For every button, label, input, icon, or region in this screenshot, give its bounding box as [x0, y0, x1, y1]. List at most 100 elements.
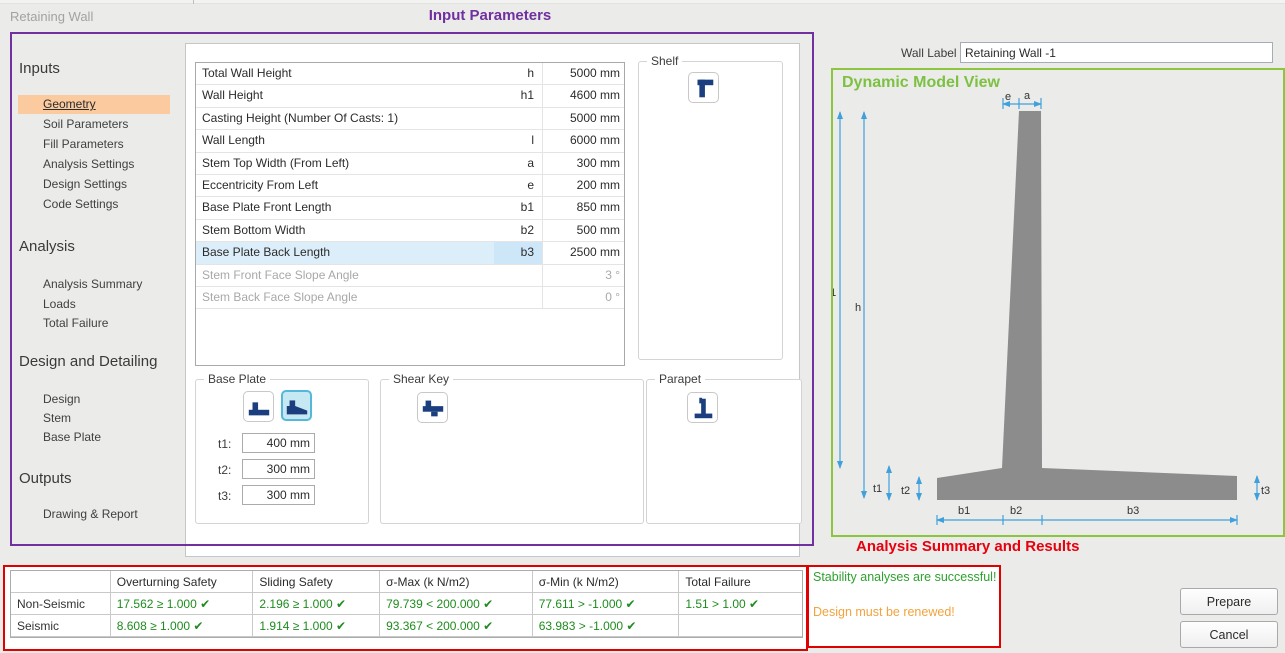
- param-row-wall-length[interactable]: Wall Lengthl6000 mm: [196, 130, 624, 152]
- t1-label: t1:: [218, 437, 231, 451]
- param-row-stem-front-face-slope: Stem Front Face Slope Angle3 °: [196, 265, 624, 287]
- sidebar-item-analysis-summary[interactable]: Analysis Summary: [18, 275, 170, 294]
- results-header-sigma-min: σ-Min (k N/m2): [533, 571, 680, 593]
- param-label: Stem Top Width (From Left): [196, 153, 494, 174]
- t2-label: t2:: [218, 463, 231, 477]
- param-row-stem-top-width[interactable]: Stem Top Width (From Left)a300 mm: [196, 153, 624, 175]
- sidebar-item-design[interactable]: Design: [18, 390, 170, 409]
- results-cell: 17.562 ≥ 1.000 ✔: [111, 593, 254, 615]
- param-value[interactable]: 500 mm: [542, 220, 624, 241]
- param-symbol: h: [494, 63, 542, 84]
- param-label: Wall Height: [196, 85, 494, 106]
- sidebar-item-loads[interactable]: Loads: [18, 295, 170, 314]
- design-status-text: Design must be renewed!: [813, 605, 955, 619]
- param-value[interactable]: 200 mm: [542, 175, 624, 196]
- sidebar-item-stem[interactable]: Stem: [18, 409, 170, 428]
- results-header-sigma-max: σ-Max (k N/m2): [380, 571, 533, 593]
- param-row-total-wall-height[interactable]: Total Wall Heighth5000 mm: [196, 63, 624, 85]
- sidebar-item-design-settings[interactable]: Design Settings: [18, 175, 170, 194]
- parapet-group: Parapet: [646, 379, 802, 524]
- dim-label-a: a: [1024, 90, 1031, 102]
- cancel-button[interactable]: Cancel: [1180, 621, 1278, 648]
- wall-label-input[interactable]: [960, 42, 1273, 63]
- param-value: 3 °: [542, 265, 624, 286]
- model-view-title: Dynamic Model View: [842, 74, 1000, 92]
- param-row-base-plate-back-length[interactable]: Base Plate Back Lengthb32500 mm: [196, 242, 624, 264]
- param-value[interactable]: 300 mm: [542, 153, 624, 174]
- results-cell: 1.914 ≥ 1.000 ✔: [253, 615, 380, 637]
- param-value: 0 °: [542, 287, 624, 308]
- shear-key-group-label: Shear Key: [389, 372, 453, 386]
- results-row-label: Non-Seismic: [11, 593, 111, 615]
- window-title: Retaining Wall: [10, 9, 93, 24]
- param-value[interactable]: 5000 mm: [542, 108, 624, 129]
- t3-input[interactable]: [242, 485, 315, 505]
- param-symbol: b3: [494, 242, 542, 263]
- param-label: Wall Length: [196, 130, 494, 151]
- dim-label-b2: b2: [1010, 505, 1022, 517]
- sidebar-item-total-failure[interactable]: Total Failure: [18, 314, 170, 333]
- param-value[interactable]: 850 mm: [542, 197, 624, 218]
- param-symbol: e: [494, 175, 542, 196]
- results-cell: [679, 615, 802, 637]
- sidebar-item-code-settings[interactable]: Code Settings: [18, 195, 170, 214]
- sidebar-section-outputs: Outputs: [19, 470, 72, 487]
- flat-base-plate-icon[interactable]: [243, 391, 274, 422]
- param-row-casting-height[interactable]: Casting Height (Number Of Casts: 1) 5000 …: [196, 108, 624, 130]
- wall-model-diagram: e a h1 h t1 t2 t3 b1 b2 b3: [831, 68, 1283, 534]
- param-value[interactable]: 4600 mm: [542, 85, 624, 106]
- results-cell: 2.196 ≥ 1.000 ✔: [253, 593, 380, 615]
- sidebar-item-drawing-report[interactable]: Drawing & Report: [18, 505, 170, 524]
- dim-label-h1: h1: [831, 287, 836, 299]
- param-symbol: [494, 265, 542, 286]
- results-cell: 93.367 < 200.000 ✔: [380, 615, 533, 637]
- param-row-stem-bottom-width[interactable]: Stem Bottom Widthb2500 mm: [196, 220, 624, 242]
- retaining-wall-dialog: Retaining Wall Input Parameters Inputs G…: [0, 0, 1285, 653]
- parapet-icon[interactable]: [687, 392, 718, 423]
- param-symbol: h1: [494, 85, 542, 106]
- param-symbol: b1: [494, 197, 542, 218]
- results-header-sliding: Sliding Safety: [253, 571, 380, 593]
- dim-label-t1: t1: [873, 483, 882, 495]
- t3-label: t3:: [218, 489, 231, 503]
- results-cell: 63.983 > -1.000 ✔: [533, 615, 680, 637]
- sidebar-item-analysis-settings[interactable]: Analysis Settings: [18, 155, 170, 174]
- param-value[interactable]: 6000 mm: [542, 130, 624, 151]
- results-table: Overturning Safety Sliding Safety σ-Max …: [10, 570, 803, 638]
- sidebar-item-base-plate[interactable]: Base Plate: [18, 428, 170, 447]
- annotation-input-parameters-label: Input Parameters: [340, 7, 640, 24]
- prepare-drawing-button[interactable]: Prepare Drawing: [1180, 588, 1278, 615]
- sidebar-section-inputs: Inputs: [19, 60, 60, 77]
- t1-input[interactable]: [242, 433, 315, 453]
- param-symbol: l: [494, 130, 542, 151]
- param-label: Eccentricity From Left: [196, 175, 494, 196]
- param-label: Stem Bottom Width: [196, 220, 494, 241]
- param-row-eccentricity[interactable]: Eccentricity From Lefte200 mm: [196, 175, 624, 197]
- t2-input[interactable]: [242, 459, 315, 479]
- dim-label-t3: t3: [1261, 485, 1270, 497]
- param-value[interactable]: 5000 mm: [542, 63, 624, 84]
- param-value[interactable]: 2500 mm: [542, 242, 624, 263]
- shear-key-icon[interactable]: [417, 392, 448, 423]
- sidebar-item-geometry[interactable]: Geometry: [18, 95, 170, 114]
- results-cell: 8.608 ≥ 1.000 ✔: [111, 615, 254, 637]
- dim-label-e: e: [1005, 91, 1011, 103]
- shelf-group-label: Shelf: [647, 54, 682, 68]
- shelf-wall-icon[interactable]: [688, 72, 719, 103]
- results-annotation-title: Analysis Summary and Results: [856, 538, 1079, 555]
- sloped-base-plate-icon[interactable]: [281, 390, 312, 421]
- param-row-base-plate-front-length[interactable]: Base Plate Front Lengthb1850 mm: [196, 197, 624, 219]
- results-row-seismic: Seismic 8.608 ≥ 1.000 ✔ 1.914 ≥ 1.000 ✔ …: [11, 615, 802, 637]
- base-plate-group-label: Base Plate: [204, 372, 270, 386]
- param-label: Casting Height (Number Of Casts: 1): [196, 108, 494, 129]
- param-label: Base Plate Back Length: [196, 242, 494, 263]
- wall-cross-section: [937, 111, 1237, 500]
- wall-label-caption: Wall Label: [901, 46, 957, 60]
- param-label: Stem Back Face Slope Angle: [196, 287, 494, 308]
- sidebar-item-fill-parameters[interactable]: Fill Parameters: [18, 135, 170, 154]
- results-header-empty: [11, 571, 111, 593]
- param-symbol: a: [494, 153, 542, 174]
- sidebar-item-soil-parameters[interactable]: Soil Parameters: [18, 115, 170, 134]
- param-row-wall-height[interactable]: Wall Heighth14600 mm: [196, 85, 624, 107]
- param-label: Base Plate Front Length: [196, 197, 494, 218]
